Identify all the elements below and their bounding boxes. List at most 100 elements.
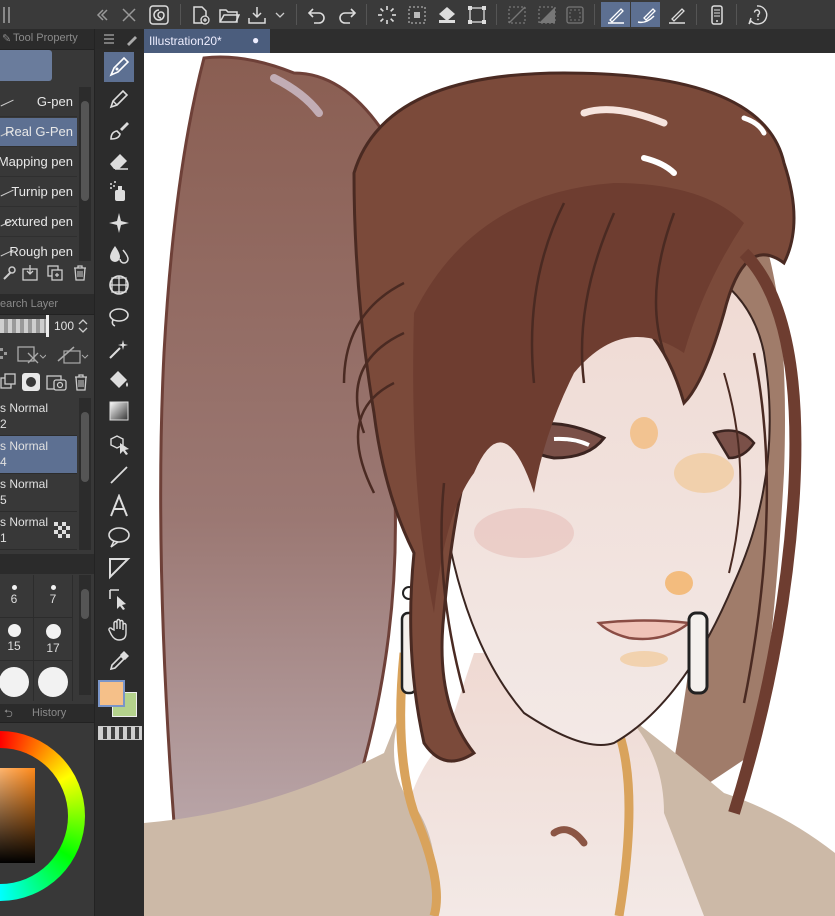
frame-border-icon[interactable] [104,553,134,583]
blend-drops-icon[interactable] [104,239,134,269]
eyedropper-icon[interactable] [104,646,134,676]
figure-icon[interactable] [104,270,134,300]
transparent-color-swatch[interactable] [98,726,142,740]
clip-studio-icon[interactable] [146,2,172,27]
pen-icon[interactable] [104,52,134,82]
main-color-swatch[interactable] [98,680,125,707]
scrollbar-thumb[interactable] [81,589,89,619]
brush-size-value: 6 [10,592,18,606]
tab-illustration[interactable]: Illustration20* ● [144,29,270,53]
hand-icon[interactable] [104,615,134,645]
gradient-icon[interactable] [104,396,134,426]
brush-size-cell[interactable] [0,661,34,701]
sub-tool-item[interactable]: G-pen [0,88,77,117]
unsaved-dot-icon[interactable]: ● [252,33,259,47]
brush-size-cell[interactable] [34,661,73,701]
saturation-value-square[interactable] [0,768,35,863]
undo-icon[interactable] [304,2,330,27]
new-folder-icon[interactable] [46,372,68,392]
brush-size-cell[interactable]: 7 [34,575,73,618]
scrollbar-thumb[interactable] [81,412,89,482]
layer-blend-mode: s Normal [0,477,49,491]
clear-icon[interactable] [404,2,430,27]
eraser-icon[interactable] [104,146,134,176]
redo-icon[interactable] [334,2,360,27]
loading-spinner-icon[interactable] [374,2,400,27]
text-icon[interactable] [104,491,134,521]
correct-line-icon[interactable] [104,584,134,614]
trash-icon[interactable] [71,264,89,282]
fill-bucket-icon[interactable] [104,365,134,395]
panel-tab-icon[interactable]: ✎ [2,32,11,45]
stabilization-icon[interactable] [631,2,660,27]
object-select-icon[interactable] [104,429,134,459]
tab-tool-property[interactable]: Tool Property [13,32,78,44]
new-file-icon[interactable] [188,2,214,27]
sub-tool-item[interactable]: Real G-Pen [0,118,77,147]
sub-tool-label: Mapping pen [0,154,73,169]
opacity-slider[interactable] [0,319,48,333]
lasso-icon[interactable] [104,303,134,333]
pen-tab-icon[interactable] [125,32,139,46]
tab-history[interactable]: History [32,707,66,719]
history-icon[interactable]: ⮌ [4,705,13,724]
smartphone-icon[interactable] [704,2,730,27]
decoration-sparkle-icon[interactable] [104,208,134,238]
layer-row[interactable]: s Normal 1 [0,512,77,550]
brush-size-value: 17 [46,641,60,655]
select-none-icon[interactable] [504,2,530,27]
brush-size-cell[interactable]: 17 [34,618,73,661]
tab-search-layer[interactable]: earch Layer [0,298,58,310]
toolbar-divider [180,4,181,25]
help-icon[interactable] [744,2,770,27]
brush-size-cell[interactable]: 6 [0,575,34,618]
brush-size-cell[interactable]: 15 [0,618,34,661]
sub-tool-item[interactable]: extured pen [0,208,77,237]
post-correction-icon[interactable] [664,2,690,27]
fill-icon[interactable] [434,2,460,27]
close-panel-icon[interactable] [118,2,140,27]
brush-size-scrollbar[interactable] [79,575,91,695]
selection-border-icon[interactable] [562,2,588,27]
sub-tool-item[interactable]: Turnip pen [0,178,77,207]
canvas-area[interactable] [144,53,835,916]
layer-row[interactable]: s Normal 5 [0,474,77,512]
sub-tool-item[interactable]: Rough pen [0,238,77,261]
airbrush-icon[interactable] [104,177,134,207]
delete-layer-icon[interactable] [72,372,90,392]
pencil-icon[interactable] [104,84,134,114]
collapse-left-icon[interactable] [86,2,116,27]
line-icon[interactable] [104,460,134,490]
sub-tool-group-header[interactable] [0,50,52,81]
magic-wand-icon[interactable] [104,334,134,364]
transform-icon[interactable] [464,2,490,27]
opacity-stepper-icon[interactable] [78,317,88,335]
dropdown-chevron-icon[interactable] [272,2,288,27]
layer-row[interactable]: s Normal 2 [0,398,77,436]
brush-icon[interactable] [104,115,134,145]
balloon-icon[interactable] [104,522,134,552]
brush-size-grid: 6 7 15 17 [0,575,78,701]
reference-layer-icon[interactable] [56,345,90,365]
layer-mask-icon[interactable] [21,372,41,392]
pen-pressure-icon[interactable] [601,2,630,27]
open-folder-icon[interactable] [216,2,242,27]
settings-wrench-icon[interactable] [2,265,16,281]
drag-handle-icon[interactable] [0,2,14,27]
layer-scrollbar[interactable] [79,398,91,550]
opacity-slider-handle[interactable] [46,315,49,337]
import-icon[interactable] [21,264,39,282]
invert-selection-icon[interactable] [534,2,560,27]
menu-icon[interactable] [103,33,115,45]
duplicate-icon[interactable] [46,264,64,282]
save-icon[interactable] [244,2,270,27]
tool-palette-header [95,29,145,49]
sub-tool-actions [0,261,94,287]
layer-name: 1 [0,531,7,545]
new-layer-icon[interactable] [0,372,16,392]
clipping-icon[interactable] [16,345,46,365]
layer-row[interactable]: s Normal 4 [0,436,77,474]
scrollbar-thumb[interactable] [81,101,89,201]
sub-tool-item[interactable]: Mapping pen [0,148,77,177]
sub-tool-scrollbar[interactable] [79,87,91,261]
